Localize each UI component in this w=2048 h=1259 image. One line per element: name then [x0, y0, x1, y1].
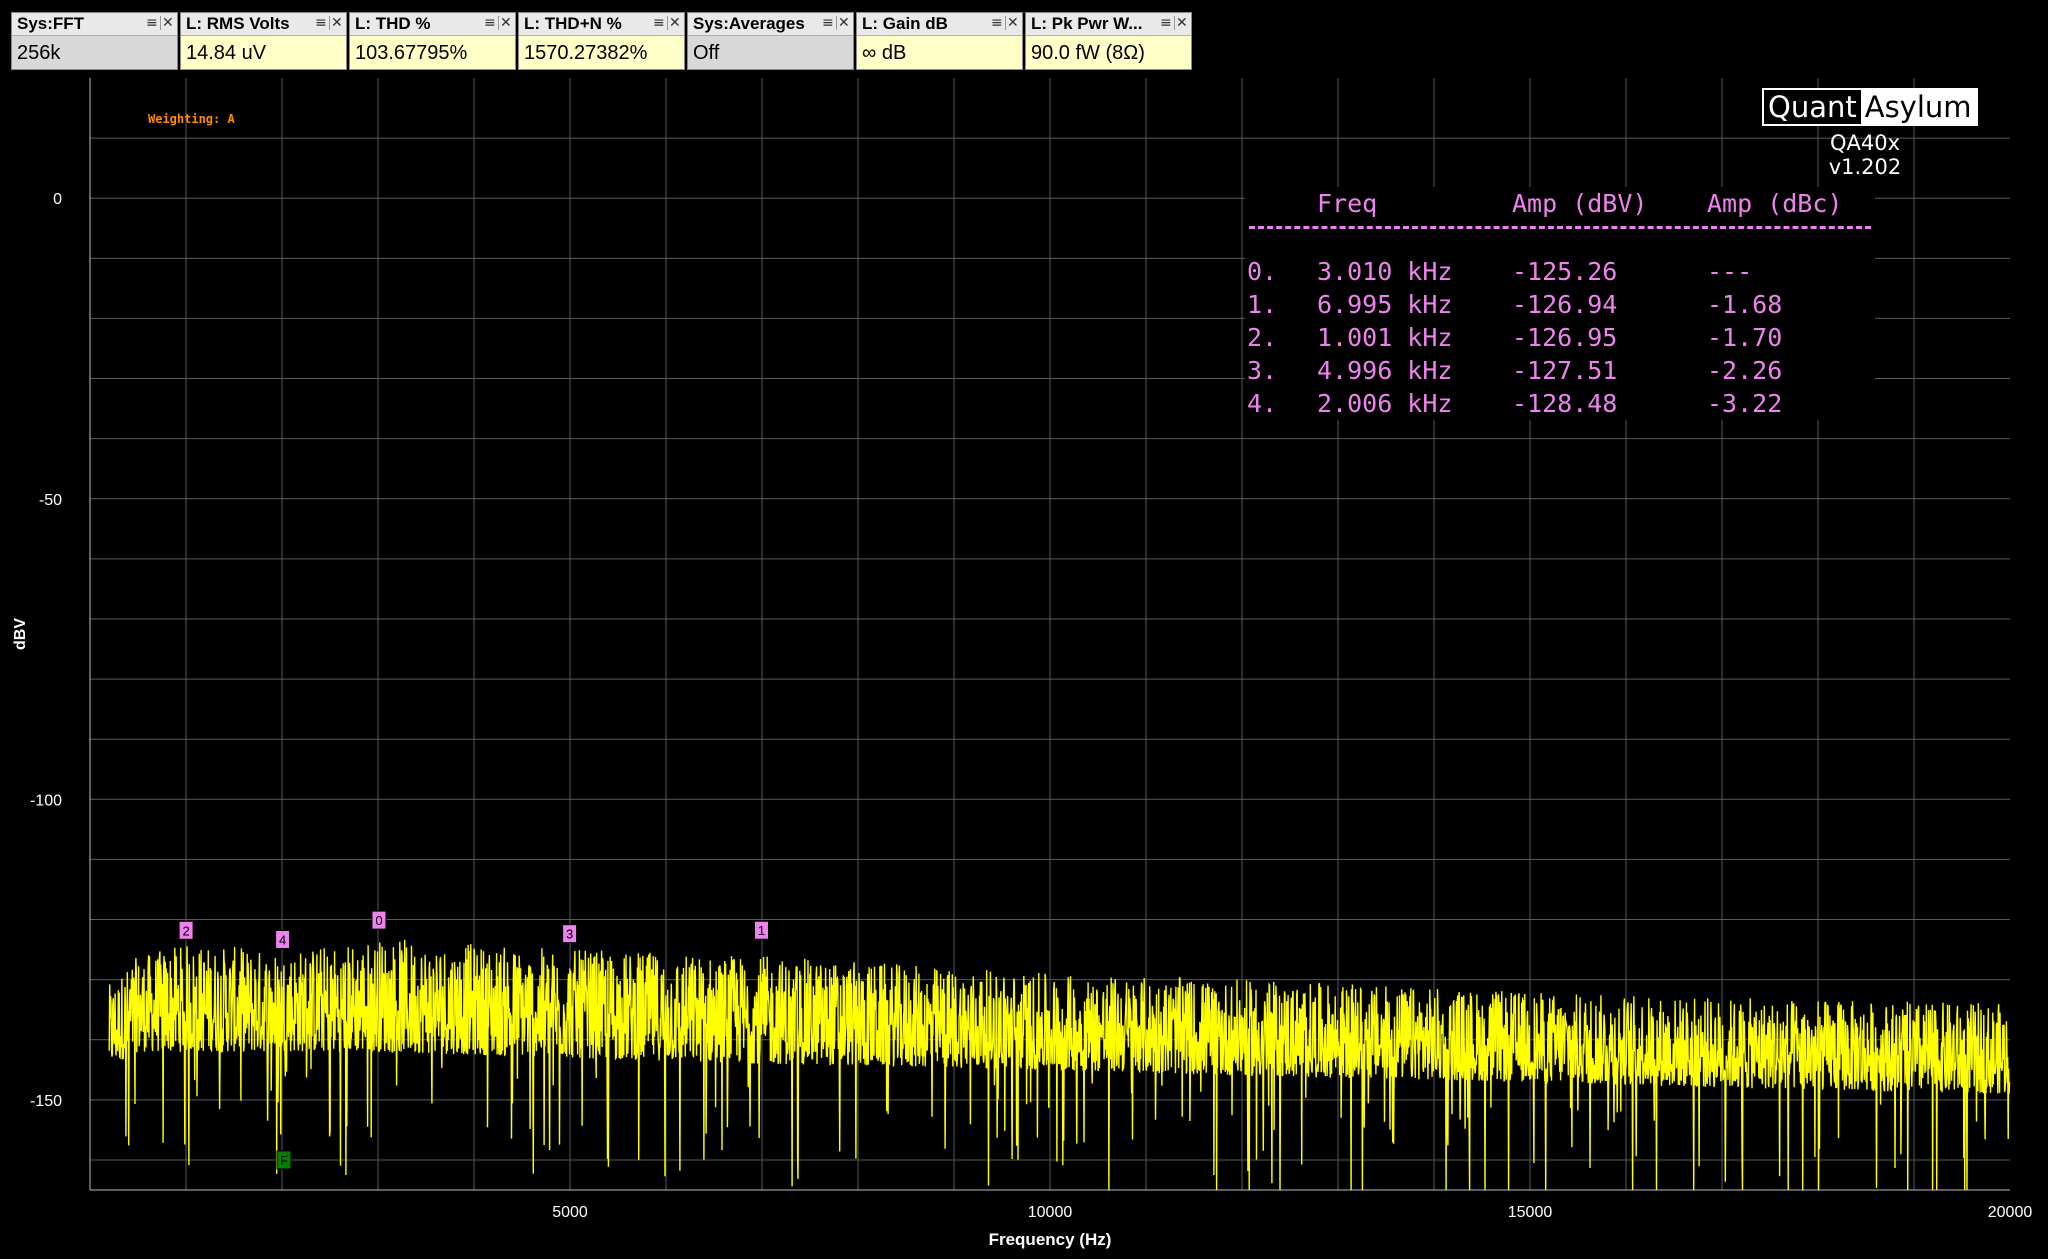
version-label: QA40x v1.202: [1828, 131, 1902, 179]
marker-cell-amp-dbv: -126.94: [1512, 290, 1618, 319]
logo-text-asylum: Asylum: [1860, 90, 1976, 124]
marker-cell-amp-dbv: -125.26: [1512, 257, 1618, 286]
marker-cell-amp-dbc: -3.22: [1707, 389, 1783, 418]
marker-label: 1: [758, 923, 765, 938]
marker-cell-amp-dbc: -1.70: [1707, 323, 1783, 352]
marker-flag-2: 2: [178, 920, 194, 940]
marker-flag-F: F: [276, 1150, 292, 1170]
marker-cell-amp-dbv: -126.95: [1512, 323, 1618, 352]
x-tick-label: 20000: [1988, 1204, 2033, 1221]
marker-flag-1: 1: [754, 920, 770, 940]
x-tick-label: 15000: [1508, 1204, 1553, 1221]
y-tick-label: 0: [53, 191, 62, 208]
marker-cell-index: 1.: [1247, 290, 1278, 319]
y-axis-label: dBV: [12, 618, 29, 650]
marker-cell-freq: 4.996 kHz: [1317, 356, 1453, 385]
marker-cell-amp-dbc: ---: [1707, 257, 1753, 286]
marker-label: 4: [279, 932, 286, 947]
marker-cell-index: 4.: [1247, 389, 1278, 418]
quantasylum-logo: Quant Asylum: [1762, 88, 1978, 126]
marker-cell-index: 0.: [1247, 257, 1278, 286]
header-freq: Freq: [1317, 189, 1378, 218]
marker-cell-index: 3.: [1247, 356, 1278, 385]
marker-cell-freq: 1.001 kHz: [1317, 323, 1453, 352]
x-tick-label: 5000: [552, 1204, 588, 1221]
marker-cell-freq: 2.006 kHz: [1317, 389, 1453, 418]
marker-table-separator: [1249, 226, 1871, 247]
y-tick-label: -100: [30, 792, 62, 809]
marker-cell-amp-dbc: -2.26: [1707, 356, 1783, 385]
marker-table-header: Freq Amp (dBV) Amp (dBc): [1245, 187, 1875, 220]
marker-table-row: 2. 1.001 kHz -126.95 -1.70: [1245, 321, 1875, 354]
marker-flag-3: 3: [562, 924, 578, 944]
weighting-annotation: Weighting: A: [148, 112, 235, 126]
marker-label: 0: [375, 913, 382, 928]
x-tick-label: 10000: [1028, 1204, 1073, 1221]
marker-cell-freq: 6.995 kHz: [1317, 290, 1453, 319]
marker-label: 3: [566, 927, 573, 942]
y-tick-label: -50: [39, 492, 62, 509]
marker-flag-0: 0: [371, 910, 387, 930]
marker-cell-amp-dbv: -128.48: [1512, 389, 1618, 418]
marker-table-row: 3. 4.996 kHz -127.51 -2.26: [1245, 354, 1875, 387]
marker-label: F: [280, 1153, 288, 1168]
header-amp-dbc: Amp (dBc): [1707, 189, 1843, 218]
spectrum-trace: [108, 939, 2011, 1191]
logo-text-quant: Quant: [1764, 90, 1861, 124]
marker-flag-4: 4: [275, 929, 291, 949]
x-axis-label: Frequency (Hz): [989, 1230, 1112, 1249]
marker-table-row: 1. 6.995 kHz -126.94 -1.68: [1245, 288, 1875, 321]
marker-table: Freq Amp (dBV) Amp (dBc) 0. 3.010 kHz -125…: [1245, 187, 1875, 420]
y-tick-label: -150: [30, 1093, 62, 1110]
marker-cell-index: 2.: [1247, 323, 1278, 352]
marker-cell-amp-dbc: -1.68: [1707, 290, 1783, 319]
marker-table-row: 4. 2.006 kHz -128.48 -3.22: [1245, 387, 1875, 420]
marker-cell-freq: 3.010 kHz: [1317, 257, 1453, 286]
marker-cell-amp-dbv: -127.51: [1512, 356, 1618, 385]
marker-label: 2: [182, 923, 189, 938]
marker-table-row: 0. 3.010 kHz -125.26 ---: [1245, 255, 1875, 288]
header-amp-dbv: Amp (dBV): [1512, 189, 1648, 218]
